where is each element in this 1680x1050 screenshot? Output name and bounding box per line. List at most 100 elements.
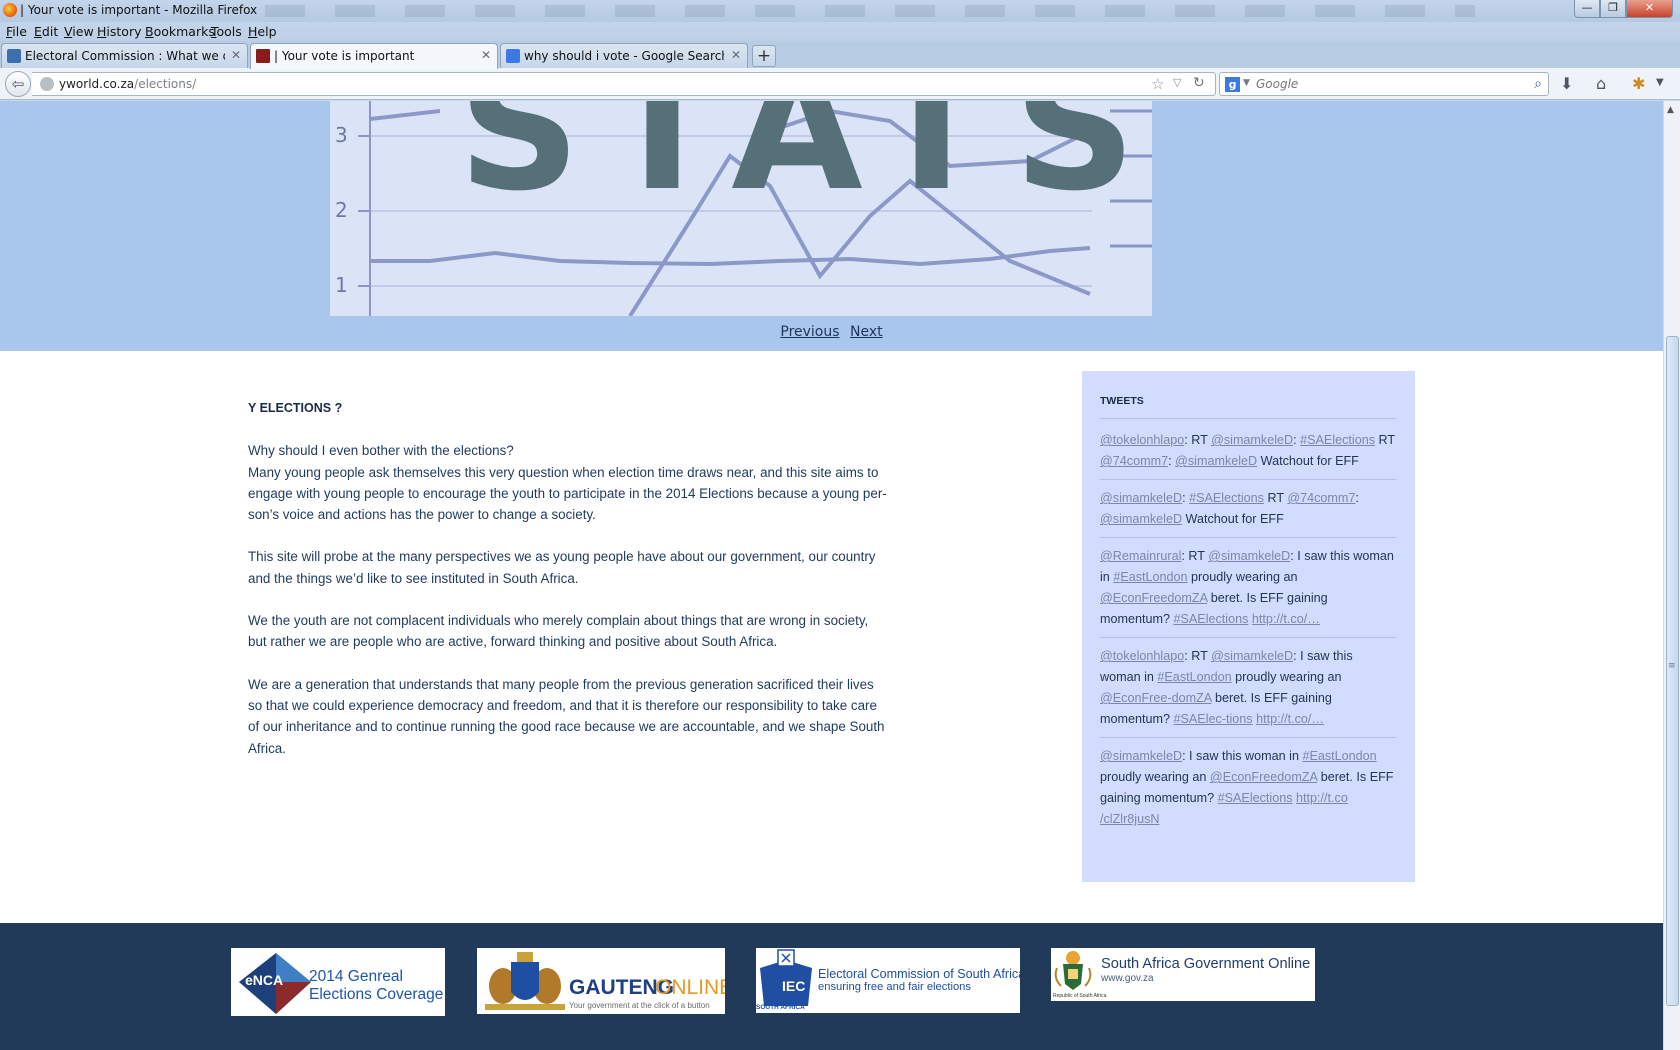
tab-your-vote[interactable]: | Your vote is important ✕ (250, 43, 498, 69)
tweet-item: @simamkeleD: I saw this woman in #EastLo… (1100, 749, 1394, 826)
tweets-widget: TWEETS @tokelonhlapo: RT @simamkeleD: #S… (1082, 371, 1415, 882)
close-tab-icon[interactable]: ✕ (481, 48, 491, 62)
menu-dropdown-icon[interactable]: ▼ (1656, 77, 1664, 88)
scroll-up-arrow-icon[interactable]: ▲ (1667, 105, 1674, 115)
minimize-button[interactable]: — (1574, 0, 1600, 18)
tweet-link[interactable]: http://t.co/… (1256, 712, 1324, 726)
tweet-link[interactable]: #SAElections (1189, 491, 1264, 505)
tweet-link[interactable]: @74comm7 (1100, 454, 1168, 468)
search-icon[interactable]: ⌕ (1534, 76, 1542, 92)
bookmark-star-icon[interactable]: ☆ (1151, 75, 1164, 93)
tweet-link[interactable]: @simamkeleD (1100, 512, 1182, 526)
previous-slide-link[interactable]: Previous (780, 324, 839, 340)
menu-file[interactable]: File (6, 24, 27, 39)
gauteng-coat-of-arms-icon (485, 952, 565, 1010)
tweet-link[interactable]: #EastLondon (1113, 570, 1187, 584)
tweet-link[interactable]: @Remainrural (1100, 549, 1181, 563)
tweet-link[interactable]: #SAElec-tions (1174, 712, 1253, 726)
menu-history[interactable]: History (97, 24, 141, 39)
gauteng-online-logo[interactable]: GAUTENGONLINE Your government at the cli… (477, 948, 725, 1014)
tweet-link[interactable]: @tokelonhlapo (1100, 649, 1184, 663)
home-icon[interactable]: ⌂ (1596, 74, 1606, 93)
scrollbar-thumb[interactable] (1666, 336, 1679, 1006)
tweet-link[interactable]: #SAElections (1218, 791, 1293, 805)
site-identity-icon[interactable] (40, 77, 54, 91)
search-engine-icon[interactable]: g (1225, 77, 1240, 92)
gauteng-tagline: Your government at the click of a button (569, 1001, 710, 1010)
tweet-link[interactable]: @simamkeleD (1211, 649, 1293, 663)
tweet-link[interactable]: @simamkeleD (1208, 549, 1290, 563)
enca-brand: eNCA (245, 972, 284, 988)
iec-logo[interactable]: IEC SOUTH AFRICA Electoral Commission of… (756, 948, 1020, 1013)
gov-line1: South Africa Government Online (1101, 956, 1311, 972)
address-url[interactable]: yworld.co.za/elections/ (59, 77, 196, 91)
menu-help[interactable]: Help (248, 24, 277, 39)
scrollbar-grip-icon: ≡ (1668, 661, 1676, 671)
menu-view[interactable]: View (64, 24, 94, 39)
close-tab-icon[interactable]: ✕ (731, 48, 741, 62)
tab-label: why should i vote - Google Search (524, 49, 724, 63)
tweet-link[interactable]: http://t.co/… (1252, 612, 1320, 626)
window-title: | Your vote is important - Mozilla Firef… (20, 3, 258, 17)
close-tab-icon[interactable]: ✕ (231, 48, 241, 62)
tweet-link[interactable]: @simamkeleD (1100, 491, 1182, 505)
menu-tools[interactable]: Tools (211, 24, 242, 39)
close-window-button[interactable]: ✕ (1626, 0, 1673, 18)
tweet-link[interactable]: @EconFreedomZA (1100, 591, 1207, 605)
tab-electoral-commission[interactable]: Electoral Commission : What we do ✕ (1, 43, 248, 68)
menu-bar: File Edit View History Bookmarks Tools H… (0, 22, 1680, 41)
url-host: yworld.co.za (59, 77, 135, 91)
tweet-link[interactable]: @EconFree-domZA (1100, 691, 1211, 705)
tweet-link[interactable]: @74comm7 (1287, 491, 1355, 505)
back-button[interactable]: ⇦ (5, 71, 31, 97)
addon-icon[interactable]: ✱ (1632, 74, 1645, 93)
iec-line2: ensuring free and fair elections (818, 981, 971, 993)
search-input[interactable]: Google (1256, 77, 1298, 91)
tweet-item: @simamkeleD: #SAElections RT @74comm7: @… (1100, 488, 1396, 538)
tab-label: | Your vote is important (274, 49, 415, 63)
slider-navigation: Previous Next (0, 324, 1663, 340)
stats-slide-image: STATS 3 2 1 (330, 101, 1152, 316)
article-paragraph-2: This site will probe at the many perspec… (248, 549, 876, 586)
tweet-link[interactable]: @simamkeleD (1175, 454, 1257, 468)
tweet-link[interactable]: @tokelonhlapo (1100, 433, 1184, 447)
tweets-heading: TWEETS (1100, 391, 1396, 419)
enca-line1: 2014 Genreal (309, 968, 403, 985)
article-content: Y ELECTIONS ? Why should I even bother w… (248, 398, 888, 780)
gov-za-logo[interactable]: Republic of South Africa South Africa Go… (1051, 948, 1315, 1001)
enca-line2: Elections Coverage (309, 986, 444, 1003)
new-tab-button[interactable]: + (752, 45, 776, 67)
tweet-link[interactable]: #EastLondon (1302, 749, 1376, 763)
tweet-link[interactable]: @EconFreedomZA (1210, 770, 1317, 784)
article-paragraph-3: We the youth are not complacent individu… (248, 613, 869, 650)
history-dropdown-icon[interactable]: ▽ (1173, 76, 1181, 89)
article-paragraph-1: Why should I even bother with the electi… (248, 443, 887, 523)
menu-bookmarks[interactable]: Bookmarks (145, 24, 215, 39)
tweet-link[interactable]: #SAElections (1300, 433, 1375, 447)
tweet-link[interactable]: #SAElections (1174, 612, 1249, 626)
downloads-icon[interactable]: ⬇ (1560, 74, 1573, 93)
tab-google-search[interactable]: why should i vote - Google Search ✕ (500, 43, 748, 68)
enca-elections-logo[interactable]: eNCA 2014 Genreal Elections Coverage (231, 948, 445, 1016)
y-tick-label: 2 (335, 198, 348, 222)
iec-line1: Electoral Commission of South Africa (818, 967, 1020, 981)
iec-country: SOUTH AFRICA (756, 1004, 805, 1011)
tweet-item: @Remainrural: RT @simamkeleD: I saw this… (1100, 546, 1396, 638)
google-favicon (506, 49, 520, 63)
reload-icon[interactable]: ↻ (1193, 75, 1205, 91)
next-slide-link[interactable]: Next (850, 324, 883, 340)
address-bar[interactable]: yworld.co.za/elections/ ☆ ▽ ↻ (32, 72, 1216, 96)
y-tick-label: 1 (335, 273, 348, 297)
maximize-button[interactable]: ❐ (1600, 0, 1626, 18)
tweet-item: @tokelonhlapo: RT @simamkeleD: #SAElecti… (1100, 430, 1396, 480)
menu-edit[interactable]: Edit (34, 24, 58, 39)
tweet-link[interactable]: @simamkeleD (1211, 433, 1293, 447)
search-engine-dropdown-icon[interactable]: ▼ (1243, 78, 1250, 88)
tweet-link[interactable]: #EastLondon (1157, 670, 1231, 684)
vertical-scrollbar[interactable]: ▲ ≡ (1663, 101, 1680, 1050)
search-bar[interactable]: g ▼ Google ⌕ (1219, 72, 1549, 96)
tweet-link[interactable]: @simamkeleD (1100, 749, 1182, 763)
sa-coat-of-arms-icon (1054, 951, 1092, 990)
tab-bar: Electoral Commission : What we do ✕ | Yo… (0, 41, 1680, 69)
tweet-list: @tokelonhlapo: RT @simamkeleD: #SAElecti… (1100, 430, 1396, 837)
